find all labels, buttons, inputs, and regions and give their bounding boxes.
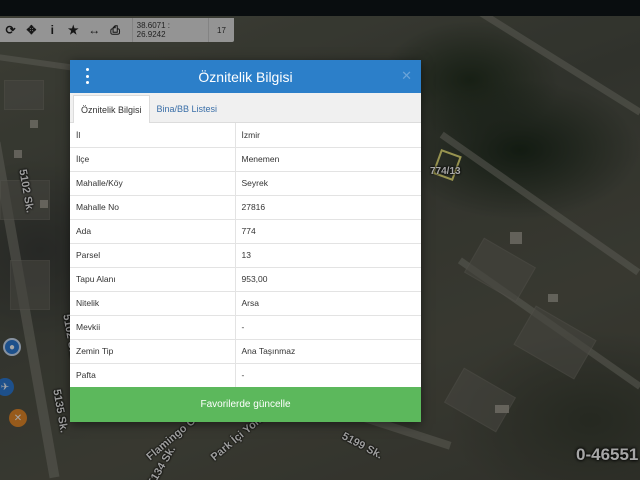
table-row: Mahalle No 27816	[70, 195, 421, 220]
modal-tabs: Öznitelik Bilgisi Bina/BB Listesi	[70, 93, 421, 123]
kebab-menu-icon[interactable]	[83, 68, 91, 84]
attribute-key: Nitelik	[70, 291, 236, 316]
attribute-value: Seyrek	[235, 171, 421, 196]
table-row: İlçe Menemen	[70, 147, 421, 172]
table-row: İl İzmir	[70, 123, 421, 148]
attribute-key: Parsel	[70, 243, 236, 268]
table-row: Tapu Alanı 953,00	[70, 267, 421, 292]
attribute-value: 13	[235, 243, 421, 268]
table-row: Ada 774	[70, 219, 421, 244]
attribute-value: 774	[235, 219, 421, 244]
attribute-value: Arsa	[235, 291, 421, 316]
attribute-value: 953,00	[235, 267, 421, 292]
attribute-value: Menemen	[235, 147, 421, 172]
attribute-key: Ada	[70, 219, 236, 244]
attribute-key: Zemin Tip	[70, 339, 236, 364]
attribute-key: Mahalle No	[70, 195, 236, 220]
modal-header: Öznitelik Bilgisi ✕	[70, 60, 421, 93]
attribute-key: Mahalle/Köy	[70, 171, 236, 196]
attribute-value: Ana Taşınmaz	[235, 339, 421, 364]
attribute-info-modal: Öznitelik Bilgisi ✕ Öznitelik Bilgisi Bi…	[70, 60, 421, 422]
modal-title: Öznitelik Bilgisi	[198, 68, 293, 85]
attribute-value: 27816	[235, 195, 421, 220]
attribute-table: İl İzmir İlçe Menemen Mahalle/Köy Seyrek Mahal…	[70, 123, 421, 388]
tab-attribute-info[interactable]: Öznitelik Bilgisi	[73, 95, 150, 123]
attribute-key: İl	[70, 123, 236, 148]
attribute-key: Tapu Alanı	[70, 267, 236, 292]
table-row: Zemin Tip Ana Taşınmaz	[70, 339, 421, 364]
close-icon[interactable]: ✕	[401, 68, 412, 84]
table-row: Parsel 13	[70, 243, 421, 268]
table-row: Mevkii -	[70, 315, 421, 340]
update-favorites-button[interactable]: Favorilerde güncelle	[70, 387, 421, 422]
attribute-value: İzmir	[235, 123, 421, 148]
table-row: Pafta -	[70, 363, 421, 388]
tab-building-list[interactable]: Bina/BB Listesi	[150, 95, 225, 122]
attribute-value: -	[235, 315, 421, 340]
attribute-value: -	[235, 363, 421, 388]
table-row: Nitelik Arsa	[70, 291, 421, 316]
attribute-key: Mevkii	[70, 315, 236, 340]
table-row: Mahalle/Köy Seyrek	[70, 171, 421, 196]
attribute-key: İlçe	[70, 147, 236, 172]
attribute-key: Pafta	[70, 363, 236, 388]
